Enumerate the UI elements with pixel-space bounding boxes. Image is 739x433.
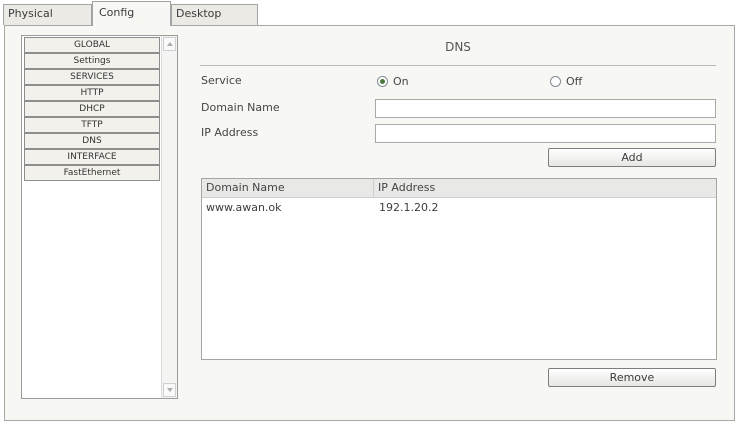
- table-body: www.awan.ok 192.1.20.2: [202, 201, 716, 215]
- dns-records-table: Domain Name IP Address www.awan.ok 192.1…: [201, 178, 717, 360]
- tab-config[interactable]: Config: [92, 1, 171, 26]
- sidebar-list: GLOBAL Settings SERVICES HTTP DHCP TFTP …: [21, 35, 178, 399]
- sidebar-item-interface[interactable]: INTERFACE: [24, 149, 160, 165]
- column-header-ip-address: IP Address: [378, 181, 436, 194]
- sidebar-item-global[interactable]: GLOBAL: [24, 37, 160, 53]
- tab-desktop[interactable]: Desktop: [171, 4, 258, 25]
- sidebar-scrollbar[interactable]: [161, 36, 177, 398]
- sidebar-item-dhcp[interactable]: DHCP: [24, 101, 160, 117]
- config-panel: GLOBAL Settings SERVICES HTTP DHCP TFTP …: [4, 25, 735, 421]
- table-header: Domain Name IP Address: [202, 179, 716, 198]
- radio-button-icon[interactable]: [550, 75, 561, 87]
- service-on-label[interactable]: On: [393, 75, 409, 88]
- table-cell-domain-name[interactable]: www.awan.ok: [202, 201, 375, 215]
- tab-physical[interactable]: Physical: [3, 4, 92, 25]
- table-cell-ip-address[interactable]: 192.1.20.2: [375, 201, 438, 215]
- service-on-radio[interactable]: On: [377, 74, 409, 88]
- sidebar-item-http[interactable]: HTTP: [24, 85, 160, 101]
- domain-name-input[interactable]: [375, 99, 716, 118]
- sidebar-item-services[interactable]: SERVICES: [24, 69, 160, 85]
- tab-bar: Physical Config Desktop: [0, 0, 739, 26]
- page-title: DNS: [445, 40, 471, 54]
- service-label: Service: [201, 74, 242, 87]
- ip-address-label: IP Address: [201, 126, 259, 139]
- ip-address-input[interactable]: [375, 124, 716, 143]
- scroll-up-arrow-icon[interactable]: [163, 37, 176, 51]
- sidebar-items: GLOBAL Settings SERVICES HTTP DHCP TFTP …: [24, 37, 160, 181]
- service-off-label[interactable]: Off: [566, 75, 582, 88]
- add-button[interactable]: Add: [548, 148, 716, 167]
- sidebar-item-dns[interactable]: DNS: [24, 133, 160, 149]
- sidebar-item-fastethernet[interactable]: FastEthernet: [24, 165, 160, 181]
- title-separator: [200, 65, 716, 66]
- domain-name-label: Domain Name: [201, 101, 280, 114]
- service-off-radio[interactable]: Off: [550, 74, 582, 88]
- remove-button[interactable]: Remove: [548, 368, 716, 387]
- radio-button-icon[interactable]: [377, 75, 388, 87]
- sidebar-item-tftp[interactable]: TFTP: [24, 117, 160, 133]
- sidebar-item-settings[interactable]: Settings: [24, 53, 160, 69]
- column-header-domain-name: Domain Name: [202, 179, 374, 197]
- table-row[interactable]: www.awan.ok 192.1.20.2: [202, 201, 716, 215]
- scroll-down-arrow-icon[interactable]: [163, 383, 176, 397]
